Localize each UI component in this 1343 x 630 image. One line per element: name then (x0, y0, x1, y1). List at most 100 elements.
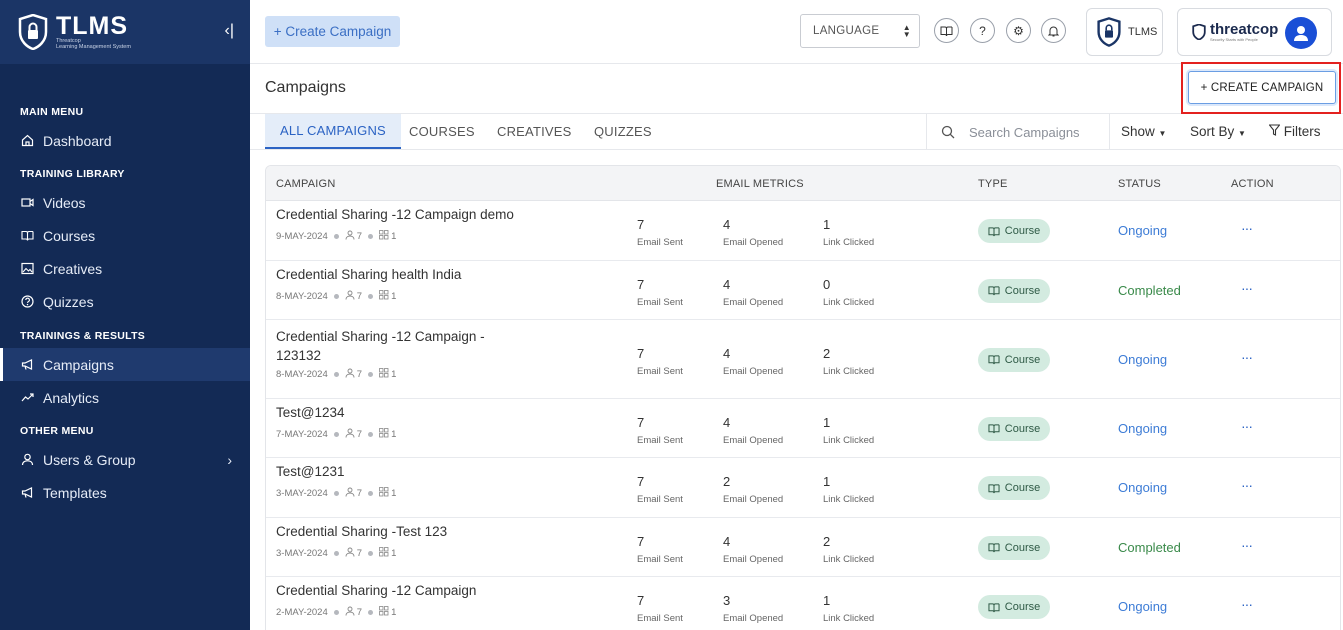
book-icon (988, 226, 1000, 236)
table-row[interactable]: Credential Sharing -Test 123 3-MAY-2024 … (266, 518, 1340, 577)
search-input[interactable]: Search Campaigns (926, 114, 1110, 150)
tlms-shield-icon (1097, 17, 1121, 47)
sidebar-item-dashboard[interactable]: Dashboard (0, 124, 250, 157)
book-icon (20, 229, 34, 243)
separator-dot (368, 372, 374, 377)
sidebar-item-users-group[interactable]: Users & Group › (0, 443, 250, 476)
create-campaign-button[interactable]: + CREATE CAMPAIGN (1188, 71, 1336, 104)
campaign-name[interactable]: Credential Sharing -12 Campaign demo (276, 205, 516, 224)
tlms-switch-button[interactable]: TLMS (1086, 8, 1163, 56)
sidebar-item-creatives[interactable]: Creatives (0, 252, 250, 285)
email-sent-value: 7 (637, 474, 645, 489)
status-badge: Ongoing (1118, 599, 1168, 614)
type-label: Course (1004, 353, 1041, 366)
table-row[interactable]: Credential Sharing -12 Campaign demo 9-M… (266, 201, 1340, 261)
sidebar-item-campaigns[interactable]: Campaigns (0, 348, 250, 381)
more-actions-icon[interactable]: ··· (1241, 349, 1253, 365)
table-row[interactable]: Test@1231 3-MAY-2024 7 1 7 Email Sent 2 … (266, 458, 1340, 518)
status-badge: Ongoing (1118, 223, 1168, 238)
header-type: TYPE (978, 178, 1008, 190)
section-main-menu: MAIN MENU (20, 106, 84, 118)
email-sent-label: Email Sent (637, 613, 683, 624)
campaign-name[interactable]: Credential Sharing health India (276, 265, 516, 284)
email-opened-value: 4 (723, 345, 731, 361)
question-icon (20, 295, 34, 309)
email-opened-value: 3 (723, 593, 731, 608)
metric-email-sent: 7 Email Sent (637, 474, 683, 505)
language-select[interactable]: LANGUAGE ▲ ▼ (800, 14, 920, 48)
campaign-name[interactable]: Credential Sharing -12 Campaign - 123132 (276, 327, 516, 365)
email-opened-label: Email Opened (723, 494, 784, 505)
link-clicked-label: Link Clicked (823, 553, 875, 565)
language-label: LANGUAGE (813, 25, 880, 37)
page-header: Campaigns + CREATE CAMPAIGN (250, 62, 1343, 114)
collapse-sidebar-icon[interactable]: ‹| (225, 22, 234, 40)
email-opened-value: 4 (723, 414, 731, 430)
sidebar-item-label: Quizzes (43, 293, 94, 310)
tab-all-campaigns[interactable]: ALL CAMPAIGNS (265, 114, 401, 149)
sidebar-item-templates[interactable]: Templates (0, 476, 250, 509)
tab-creatives[interactable]: CREATIVES (497, 114, 572, 149)
type-label: Course (1004, 225, 1041, 237)
campaign-name[interactable]: Test@1234 (276, 403, 516, 422)
threatcop-logo-icon (1192, 24, 1206, 40)
tlms-logo-icon (18, 14, 48, 50)
table-row[interactable]: Test@1234 7-MAY-2024 7 1 7 Email Sent 4 … (266, 399, 1340, 458)
book-icon[interactable] (934, 18, 959, 43)
metric-email-opened: 2 Email Opened (723, 474, 783, 505)
more-actions-icon[interactable]: ··· (1241, 418, 1253, 434)
campaign-name[interactable]: Credential Sharing -Test 123 (276, 522, 516, 541)
metric-link-clicked: 2 Link Clicked (823, 346, 874, 377)
avatar[interactable] (1285, 17, 1317, 49)
topbar-create-campaign-button[interactable]: + Create Campaign (265, 16, 400, 47)
more-actions-icon[interactable]: ··· (1241, 477, 1253, 493)
more-actions-icon[interactable]: ··· (1241, 220, 1253, 236)
bell-icon[interactable] (1041, 18, 1066, 43)
campaign-meta: 3-MAY-2024 7 1 (276, 487, 396, 500)
group-icon (379, 428, 389, 441)
more-actions-icon[interactable]: ··· (1241, 280, 1253, 296)
campaign-meta: 9-MAY-2024 7 1 (276, 230, 396, 243)
filters-button[interactable]: Filters (1268, 124, 1321, 139)
metric-email-opened: 4 Email Opened (723, 534, 783, 565)
account-menu[interactable]: threatcop Security Starts with People (1177, 8, 1332, 56)
user-icon (20, 453, 34, 467)
table-row[interactable]: Credential Sharing health India 8-MAY-20… (266, 261, 1340, 320)
table-row[interactable]: Credential Sharing -12 Campaign 2-MAY-20… (266, 577, 1340, 630)
user-count: 7 (356, 291, 363, 302)
table-row[interactable]: Credential Sharing -12 Campaign - 123132… (266, 320, 1340, 399)
tab-quizzes[interactable]: QUIZZES (594, 114, 652, 149)
more-actions-icon[interactable]: ··· (1241, 537, 1253, 553)
status-badge: Completed (1118, 539, 1181, 555)
type-badge: Course (978, 347, 1050, 372)
brand-sub2: Learning Management System (56, 44, 131, 50)
link-clicked-value: 1 (823, 474, 831, 489)
link-clicked-label: Link Clicked (823, 613, 875, 624)
megaphone-icon (20, 358, 34, 372)
campaign-name[interactable]: Test@1231 (276, 462, 516, 481)
caret-down-icon: ▼ (1158, 129, 1167, 138)
threatcop-name: threatcop (1210, 20, 1279, 38)
book-icon (988, 483, 1000, 493)
campaign-meta: 7-MAY-2024 7 1 (276, 428, 396, 441)
sort-by-dropdown[interactable]: Sort By ▼ (1190, 124, 1246, 139)
status-badge: Ongoing (1118, 351, 1168, 367)
tab-courses[interactable]: COURSES (409, 114, 475, 149)
help-icon[interactable]: ? (970, 18, 995, 43)
campaign-date: 7-MAY-2024 (276, 429, 328, 440)
tlms-label: TLMS (1128, 26, 1158, 38)
metric-email-opened: 4 Email Opened (723, 217, 783, 248)
gear-icon[interactable]: ⚙ (1006, 18, 1031, 43)
table-body: Credential Sharing -12 Campaign demo 9-M… (266, 201, 1340, 630)
sidebar-item-quizzes[interactable]: Quizzes (0, 285, 250, 318)
more-actions-icon[interactable]: ··· (1241, 596, 1253, 612)
sidebar-item-analytics[interactable]: Analytics (0, 381, 250, 414)
sidebar-item-courses[interactable]: Courses (0, 219, 250, 252)
section-trainings-results: TRAININGS & RESULTS (20, 330, 146, 342)
email-opened-label: Email Opened (723, 365, 784, 377)
link-clicked-value: 2 (823, 533, 831, 549)
campaign-name[interactable]: Credential Sharing -12 Campaign (276, 581, 516, 600)
metric-email-sent: 7 Email Sent (637, 593, 683, 624)
sidebar-item-videos[interactable]: Videos (0, 186, 250, 219)
show-dropdown[interactable]: Show ▼ (1121, 124, 1166, 139)
